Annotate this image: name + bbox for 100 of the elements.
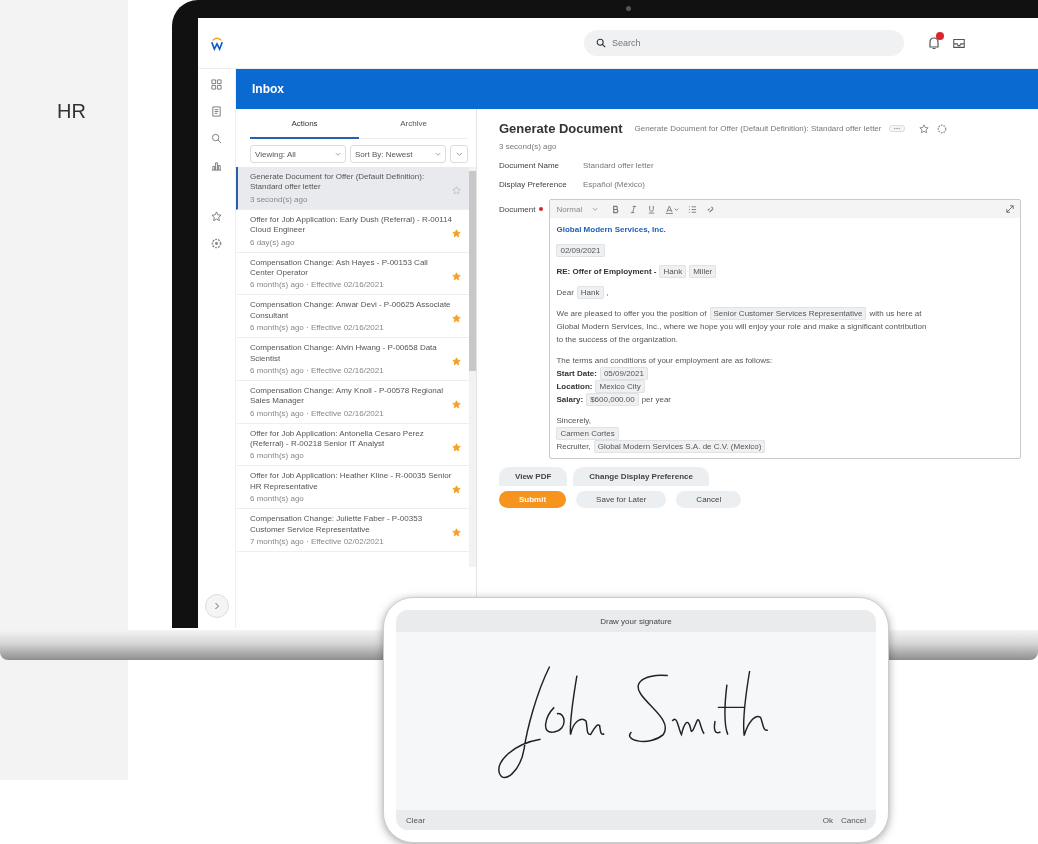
field-value: Español (México) bbox=[583, 180, 645, 189]
field-value: Standard offer letter bbox=[583, 161, 654, 170]
inbox-tab[interactable]: Archive bbox=[359, 109, 468, 139]
chart-icon[interactable] bbox=[211, 160, 222, 171]
item-title: Offer for Job Application: Early Dush (Referral) - R-00114 Cloud Engineer bbox=[250, 214, 452, 236]
letter-text: The terms and conditions of your employment are as follows: bbox=[556, 356, 773, 365]
item-timestamp: 6 month(s) ago · Effective 02/16/2021 bbox=[250, 323, 385, 333]
item-timestamp: 6 month(s) ago bbox=[250, 494, 305, 504]
letter-text: per year bbox=[641, 395, 671, 404]
grid-icon[interactable] bbox=[211, 79, 222, 90]
merge-field[interactable]: Senior Customer Services Representative bbox=[709, 307, 867, 320]
merge-field[interactable]: $600,000.00 bbox=[586, 393, 639, 406]
inbox-tab[interactable]: Actions bbox=[250, 109, 359, 139]
merge-field[interactable]: Hank bbox=[659, 265, 687, 278]
secondary-button[interactable]: View PDF bbox=[499, 467, 568, 486]
letter-text: Sincerely, bbox=[556, 416, 591, 425]
star-filled-icon[interactable] bbox=[452, 528, 461, 538]
field-label: Document bbox=[499, 205, 536, 214]
search-field[interactable]: Search bbox=[584, 30, 904, 56]
letter-text: We are pleased to offer you the position of bbox=[556, 309, 707, 318]
secondary-button[interactable]: Change Display Preference bbox=[573, 467, 709, 486]
letter-text: Dear bbox=[556, 288, 574, 297]
star-outline-icon[interactable] bbox=[452, 186, 461, 195]
merge-field[interactable]: Global Modern Services S.A. de C.V. (Mexico) bbox=[593, 440, 766, 453]
star-filled-icon[interactable] bbox=[452, 399, 461, 409]
item-title: Compensation Change: Ash Hayes - P-00153 Call Center Operator bbox=[250, 257, 429, 279]
item-timestamp: 6 month(s) ago bbox=[250, 451, 305, 461]
scrollbar[interactable] bbox=[469, 167, 476, 567]
chevron-icon bbox=[213, 602, 220, 610]
item-title: Offer for Job Application: Antonella Cesaro Perez (Referral) - R-00218 Senior IT Analyst bbox=[250, 428, 425, 450]
item-title: Compensation Change: Amy Knoll - P-00578 Regional Sales Manager bbox=[250, 385, 444, 407]
item-timestamp: 3 second(s) ago bbox=[250, 194, 309, 204]
item-timestamp: 6 month(s) ago · Effective 02/16/2021 bbox=[250, 280, 385, 290]
action-button[interactable]: Cancel bbox=[676, 491, 742, 508]
star-filled-icon[interactable] bbox=[452, 442, 461, 452]
style-dropdown[interactable]: Normal bbox=[556, 204, 599, 214]
pad-title: Draw your signature bbox=[600, 616, 672, 626]
item-title: Generate Document for Offer (Default Definition): Standard offer letter bbox=[250, 172, 426, 193]
item-title: Compensation Change: Alvin Hwang - P-00658 Data Scientist bbox=[250, 343, 438, 364]
item-title: Offer for Job Application: Heather Kline - R-00035 Senior HR Representative bbox=[250, 471, 452, 493]
pad-button[interactable]: Ok bbox=[822, 815, 834, 825]
item-title: Compensation Change: Anwar Devi - P-00625 Associate Consultant bbox=[250, 300, 452, 322]
bell-icon[interactable] bbox=[926, 35, 942, 51]
search-icon bbox=[596, 38, 606, 48]
link-icon[interactable] bbox=[706, 204, 716, 214]
bold-icon[interactable] bbox=[611, 204, 621, 214]
merge-field[interactable]: 05/09/2021 bbox=[599, 367, 648, 380]
merge-field[interactable]: Miller bbox=[689, 265, 717, 278]
ellipsis-icon bbox=[893, 127, 902, 130]
page-subtitle: Generate Document for Offer (Default Definition): Standard offer letter bbox=[634, 124, 882, 133]
letter-label: Salary: bbox=[556, 395, 584, 404]
star-icon[interactable] bbox=[211, 211, 222, 222]
document-editor[interactable] bbox=[549, 199, 1022, 459]
caret-icon bbox=[335, 151, 341, 157]
merge-field[interactable]: Hank bbox=[576, 286, 604, 299]
letter-text: , bbox=[606, 288, 609, 297]
text-color-icon[interactable] bbox=[665, 204, 680, 214]
item-timestamp: 6 day(s) ago bbox=[250, 237, 296, 247]
item-timestamp: 7 month(s) ago · Effective 02/02/2021 bbox=[250, 537, 385, 547]
caret-icon bbox=[435, 151, 441, 157]
star-filled-icon[interactable] bbox=[452, 314, 461, 324]
star-filled-icon[interactable] bbox=[452, 271, 461, 281]
logo-icon bbox=[210, 35, 224, 51]
letter-text: Recruiter, bbox=[556, 442, 591, 451]
letter-label: RE: Offer of Employment - bbox=[556, 267, 657, 276]
underline-icon[interactable] bbox=[647, 204, 657, 214]
field-label: Document Name bbox=[499, 161, 561, 170]
star-icon[interactable] bbox=[919, 123, 930, 134]
search-icon[interactable] bbox=[211, 133, 222, 144]
letter-text: to the success of the organization. bbox=[556, 335, 678, 344]
italic-icon[interactable] bbox=[629, 204, 639, 214]
star-filled-icon[interactable] bbox=[452, 228, 461, 238]
timestamp: 3 second(s) ago bbox=[499, 142, 558, 151]
settings-icon[interactable] bbox=[937, 123, 948, 134]
action-button[interactable]: Save for Later bbox=[576, 491, 667, 508]
more-button[interactable] bbox=[889, 125, 906, 132]
merge-field[interactable]: 02/09/2021 bbox=[556, 244, 605, 257]
field-label: Display Preference bbox=[499, 180, 568, 189]
page-title: Generate Document bbox=[499, 121, 623, 136]
camera-icon bbox=[626, 6, 631, 11]
star-filled-icon[interactable] bbox=[452, 485, 461, 495]
list-icon[interactable] bbox=[688, 204, 698, 214]
merge-field[interactable]: Carmen Cortes bbox=[556, 427, 619, 440]
star-filled-icon[interactable] bbox=[452, 357, 461, 367]
expand-icon[interactable] bbox=[1006, 205, 1015, 213]
filter-dropdown[interactable]: Sort By: Newest bbox=[350, 145, 446, 163]
filter-dropdown[interactable]: Viewing: All bbox=[250, 145, 346, 163]
settings-icon[interactable] bbox=[211, 238, 222, 249]
letter-label: Location: bbox=[556, 382, 593, 391]
caret-icon bbox=[455, 151, 463, 157]
merge-field[interactable]: Mexico City bbox=[595, 380, 645, 393]
item-timestamp: 6 month(s) ago · Effective 02/16/2021 bbox=[250, 408, 385, 418]
clear-button[interactable]: Clear bbox=[406, 815, 426, 825]
inbox-item[interactable]: Generate Document for Offer (Default Definition): Standard offer letter 3 second(s) ago bbox=[236, 167, 469, 210]
document-icon[interactable] bbox=[211, 106, 222, 117]
inbox-title: Inbox bbox=[252, 82, 284, 96]
letter-text: Global Modern Services, Inc., where we hope you will enjoy your role and make a significant contribution bbox=[556, 322, 927, 331]
letter-label: Start Date: bbox=[556, 369, 597, 378]
pad-button[interactable]: Cancel bbox=[841, 815, 866, 825]
letter-heading: Global Modern Services, Inc. bbox=[556, 225, 666, 234]
